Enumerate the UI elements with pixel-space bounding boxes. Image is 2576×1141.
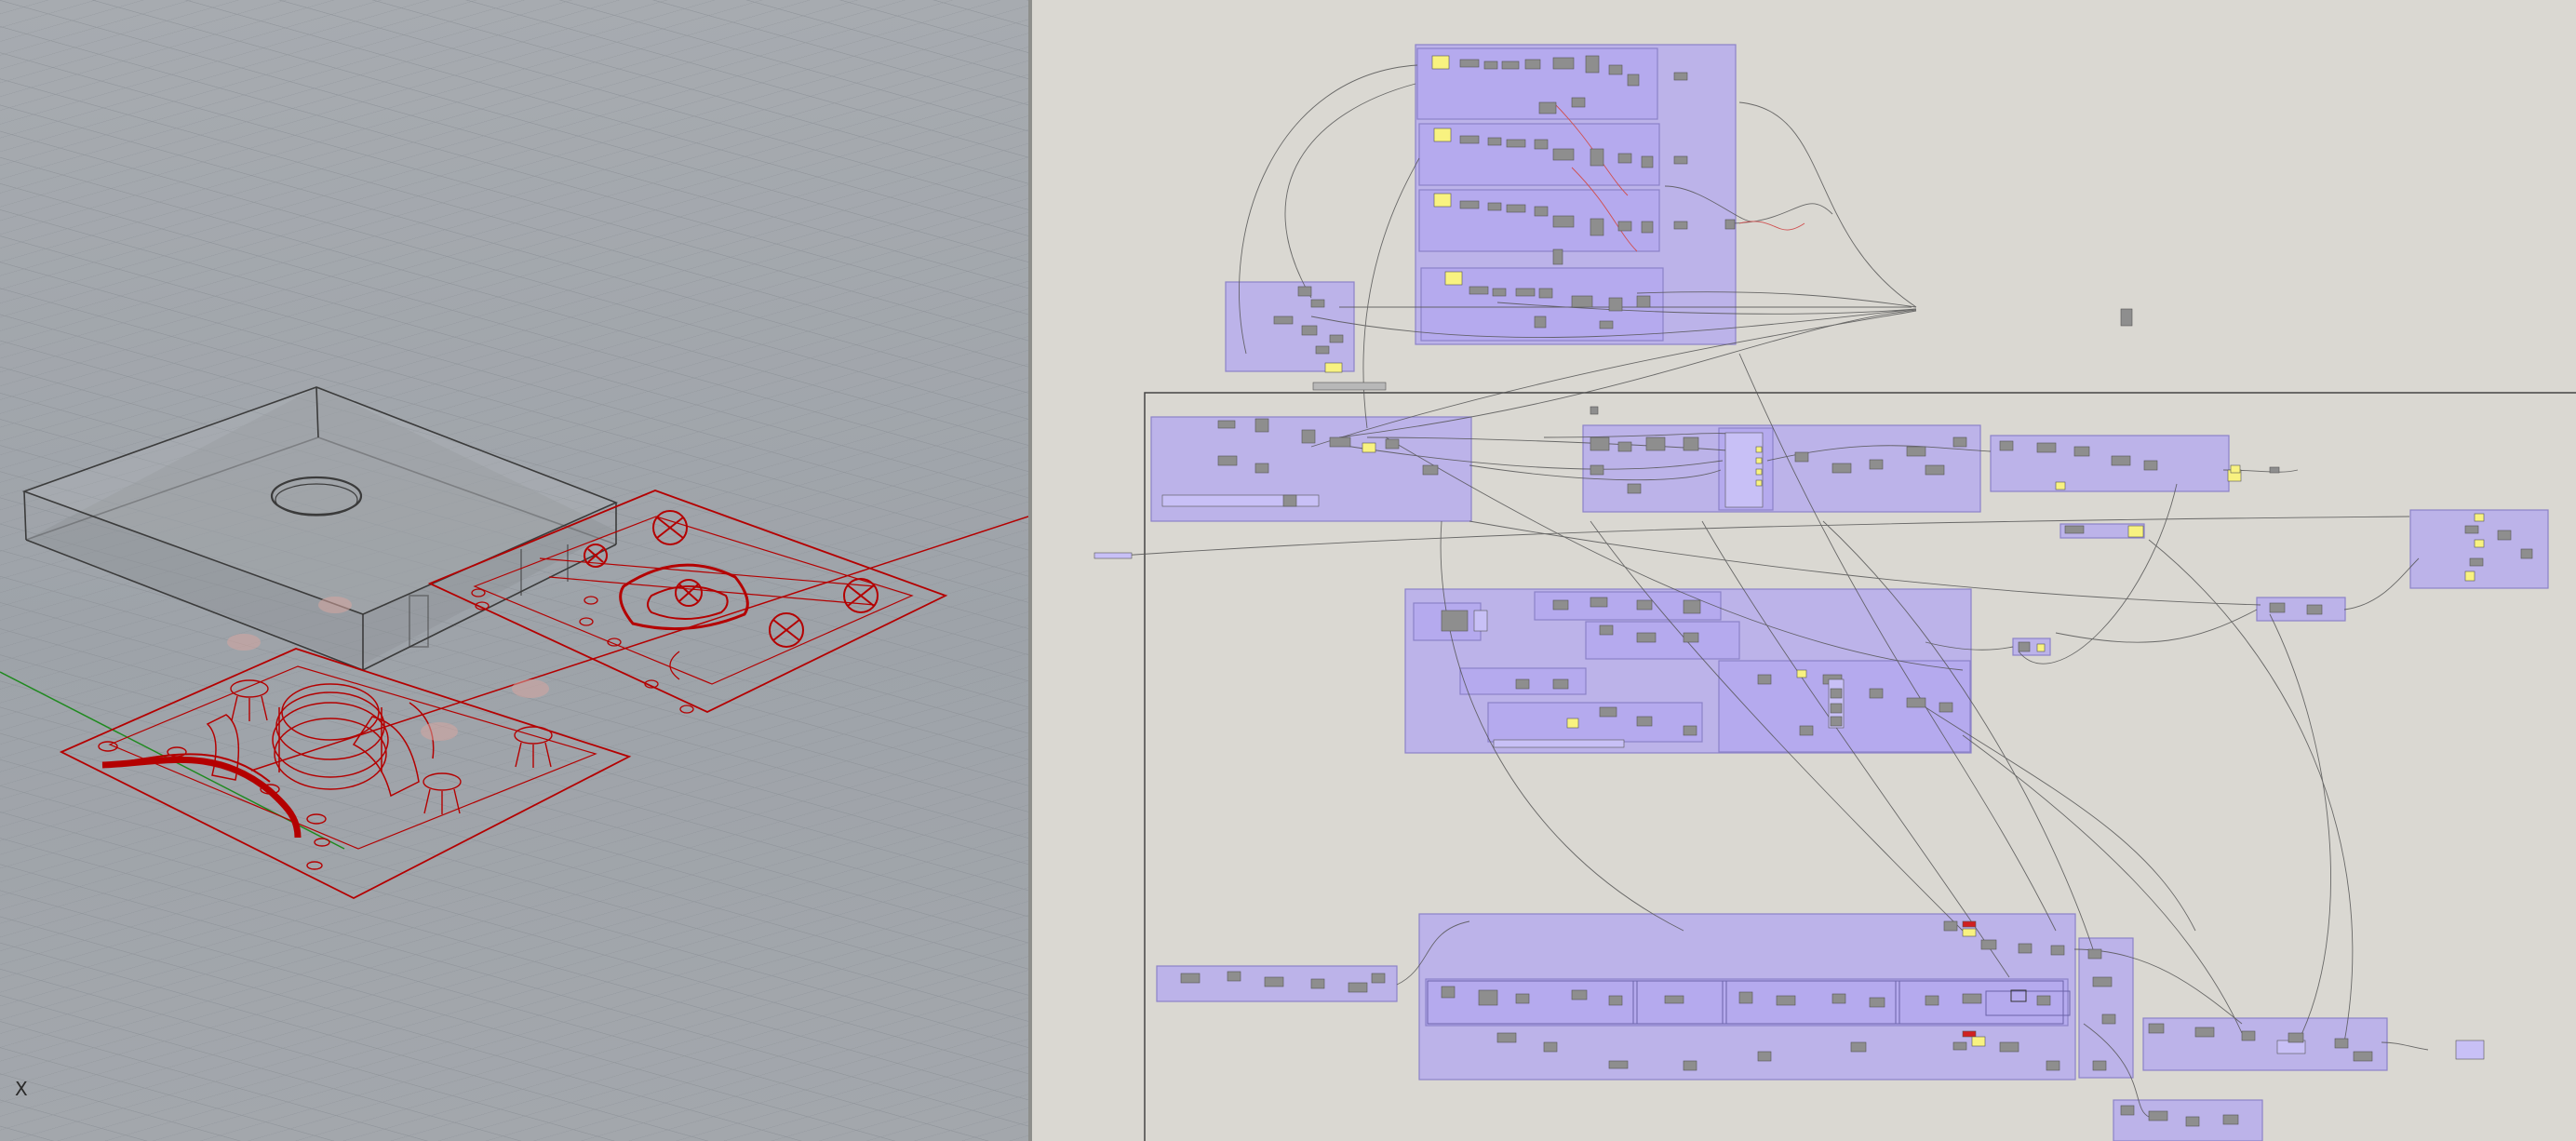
group-a-3 xyxy=(1418,189,1660,252)
group-n xyxy=(2142,1017,2388,1071)
group-e xyxy=(1990,435,2230,492)
group-a-1 xyxy=(1416,47,1658,120)
group-h-5 xyxy=(1718,660,1971,753)
group-m xyxy=(2078,937,2134,1079)
viewport-scene[interactable] xyxy=(0,0,1028,1141)
node-graph[interactable] xyxy=(1032,0,2576,1141)
group-h-4 xyxy=(1487,702,1703,743)
viewport-axis-label: X xyxy=(15,1078,28,1100)
rhino-viewport[interactable]: X xyxy=(0,0,1028,1141)
component-groups[interactable] xyxy=(1150,44,2549,1141)
group-b xyxy=(1225,281,1355,372)
grasshopper-canvas[interactable] xyxy=(1032,0,2576,1141)
